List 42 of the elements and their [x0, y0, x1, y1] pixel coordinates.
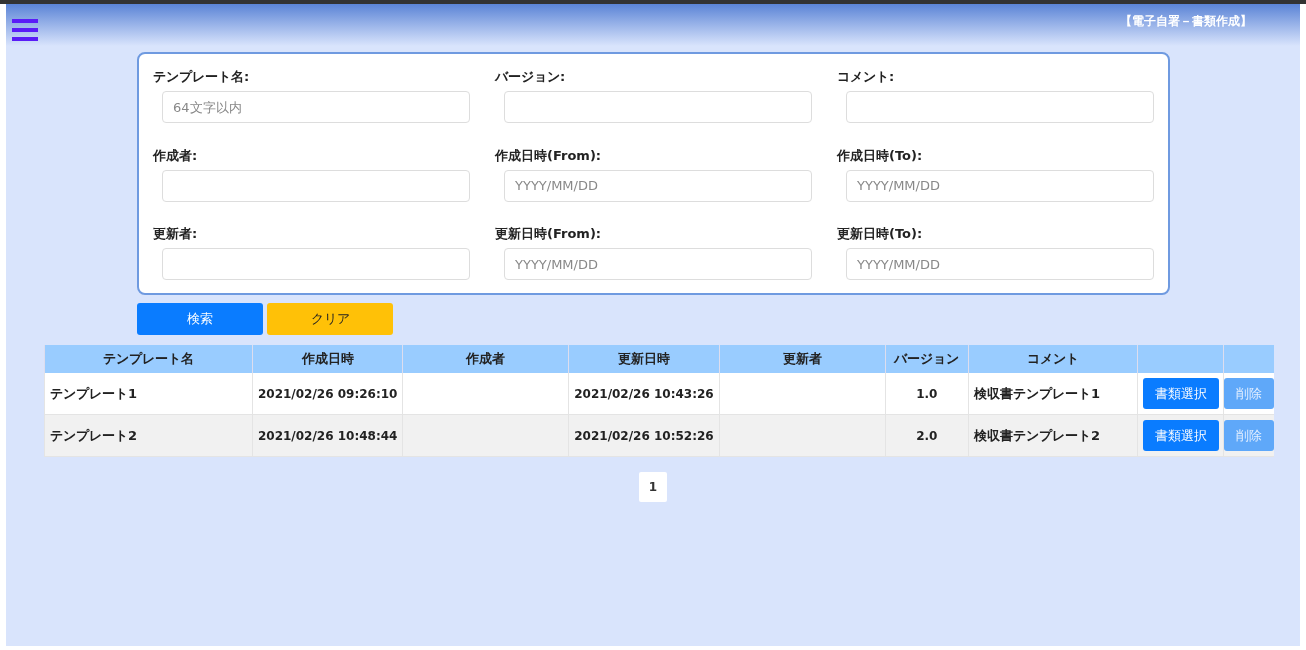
field-label: 作成日時(From):: [495, 146, 603, 164]
table-cell: 検収書テンプレート2: [968, 414, 1138, 457]
table-cell: 1.0: [885, 373, 969, 415]
input-field[interactable]: YYYY/MM/DD: [846, 169, 1154, 202]
input-field[interactable]: YYYY/MM/DD: [504, 248, 812, 281]
field-label: テンプレート名:: [153, 68, 251, 85]
table-cell: 2021/02/26 10:52:26: [568, 414, 720, 457]
input-field[interactable]: [162, 169, 470, 202]
field-label: 作成日時(To):: [837, 146, 924, 164]
table-cell: テンプレート1: [44, 373, 253, 415]
column-header: 更新者: [719, 345, 885, 373]
search-button[interactable]: 検索: [137, 303, 263, 335]
page-title: 【電子自署－書類作成】: [1120, 13, 1252, 30]
input-field[interactable]: [504, 91, 812, 123]
table-cell: 2.0: [885, 414, 969, 457]
menu-icon[interactable]: [12, 17, 38, 43]
column-header: バージョン: [885, 345, 969, 373]
field-label: 作成者:: [153, 146, 199, 164]
column-header: 作成日時: [252, 345, 403, 373]
input-field[interactable]: YYYY/MM/DD: [846, 248, 1154, 281]
column-header: コメント: [968, 345, 1138, 373]
page-button[interactable]: 1: [639, 472, 667, 502]
table-cell: 2021/02/26 10:43:26: [568, 373, 720, 415]
table-cell: 検収書テンプレート1: [968, 373, 1138, 415]
field-label: 更新日時(To):: [837, 225, 924, 243]
input-field[interactable]: [162, 248, 470, 281]
field-label: 更新者:: [153, 225, 199, 243]
select-document-button[interactable]: 書類選択: [1142, 378, 1219, 409]
column-header: 作成者: [402, 345, 569, 373]
input-field[interactable]: YYYY/MM/DD: [504, 169, 812, 202]
input-field[interactable]: 64文字以内: [162, 91, 470, 123]
table-cell: 2021/02/26 09:26:10: [252, 373, 403, 415]
input-field[interactable]: [846, 91, 1154, 123]
clear-button[interactable]: クリア: [267, 303, 393, 335]
table-cell: テンプレート2: [44, 414, 253, 457]
field-label: コメント:: [837, 68, 896, 85]
column-header: テンプレート名: [44, 345, 253, 373]
table-cell: 2021/02/26 10:48:44: [252, 414, 403, 457]
field-label: バージョン:: [495, 68, 567, 85]
select-document-button[interactable]: 書類選択: [1142, 420, 1219, 451]
column-header: 更新日時: [568, 345, 720, 373]
field-label: 更新日時(From):: [495, 225, 603, 243]
